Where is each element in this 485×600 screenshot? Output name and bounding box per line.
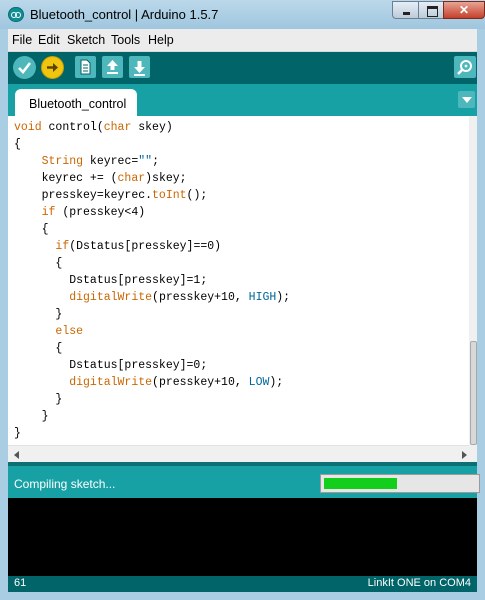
board-port-label: LinkIt ONE on COM4 <box>367 577 471 589</box>
menu-file[interactable]: File <box>12 33 32 47</box>
code-line: } <box>14 393 63 406</box>
new-button[interactable] <box>75 56 96 78</box>
new-icon <box>80 59 91 75</box>
verify-icon <box>18 62 32 74</box>
compile-progress-bar <box>320 474 480 493</box>
code-line: { <box>14 223 49 236</box>
serial-monitor-icon <box>457 60 472 75</box>
horizontal-scrollbar[interactable] <box>8 445 469 462</box>
save-button[interactable] <box>129 56 150 78</box>
verify-button[interactable] <box>13 56 36 79</box>
vertical-scroll-thumb[interactable] <box>470 341 477 445</box>
console-output[interactable] <box>8 498 477 576</box>
toolbar <box>8 52 477 84</box>
window-frame-left <box>0 29 8 600</box>
status-text: Compiling sketch... <box>14 477 116 491</box>
code-line: { <box>14 342 63 355</box>
upload-button[interactable] <box>41 56 64 79</box>
status-bar: Compiling sketch... <box>8 462 480 498</box>
code-line: { <box>14 257 63 270</box>
line-number: 61 <box>14 577 27 589</box>
menu-help[interactable]: Help <box>148 33 174 47</box>
menu-tools[interactable]: Tools <box>111 33 140 47</box>
tab-bluetooth-control[interactable]: Bluetooth_control <box>15 89 137 116</box>
code-line: Dstatus[presskey]=1; <box>14 274 208 287</box>
code-line: else <box>55 325 84 338</box>
scroll-left-icon[interactable] <box>14 451 19 459</box>
tab-bar: Bluetooth_control <box>8 84 477 116</box>
scroll-right-icon[interactable] <box>462 451 467 459</box>
code-line: } <box>14 308 63 321</box>
title-bar[interactable]: Bluetooth_control | Arduino 1.5.7 ✕ <box>0 0 485 29</box>
scrollbar-corner <box>469 445 477 462</box>
code-line: presskey=keyrec.toInt(); <box>14 189 208 202</box>
close-button[interactable]: ✕ <box>443 1 485 19</box>
upload-icon <box>47 63 58 72</box>
window-frame-right <box>477 29 485 600</box>
code-line: void control(char skey) <box>14 121 173 134</box>
open-button[interactable] <box>102 56 123 78</box>
arduino-logo-icon <box>8 7 24 22</box>
minimize-button[interactable] <box>392 1 419 19</box>
code-editor[interactable]: void control(char skey) { String keyrec=… <box>8 116 477 445</box>
menu-sketch[interactable]: Sketch <box>67 33 105 47</box>
progress-fill <box>324 478 397 489</box>
close-icon: ✕ <box>458 3 470 17</box>
code-line: if(Dstatus[presskey]==0) <box>55 240 222 253</box>
code-line: } <box>14 410 49 423</box>
open-icon <box>107 60 118 74</box>
vertical-scrollbar[interactable] <box>469 116 477 449</box>
window-title: Bluetooth_control | Arduino 1.5.7 <box>30 7 219 22</box>
code-line: { <box>14 138 21 151</box>
footer-bar: 61 LinkIt ONE on COM4 <box>8 576 477 592</box>
code-line: Dstatus[presskey]=0; <box>14 359 208 372</box>
code-text[interactable]: void control(char skey) { String keyrec=… <box>14 119 290 442</box>
code-line: } <box>14 427 21 440</box>
tab-menu-button[interactable] <box>458 91 475 108</box>
tab-label: Bluetooth_control <box>29 97 127 111</box>
code-line: digitalWrite(presskey+10, HIGH); <box>69 291 291 304</box>
menu-edit[interactable]: Edit <box>38 33 60 47</box>
menu-bar: File Edit Sketch Tools Help <box>8 29 477 52</box>
window-frame-bottom <box>0 592 485 600</box>
maximize-button[interactable] <box>418 1 444 19</box>
code-line: String keyrec=""; <box>41 155 159 168</box>
save-icon <box>134 61 145 76</box>
code-line: if (presskey<4) <box>41 206 146 219</box>
code-line: digitalWrite(presskey+10, LOW); <box>69 376 284 389</box>
code-line: keyrec += (char)skey; <box>14 172 187 185</box>
serial-monitor-button[interactable] <box>454 56 476 78</box>
arduino-window: Bluetooth_control | Arduino 1.5.7 ✕ File… <box>0 0 485 600</box>
